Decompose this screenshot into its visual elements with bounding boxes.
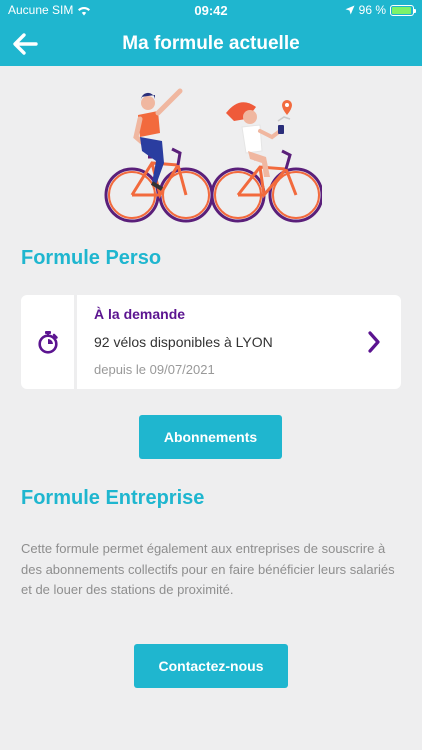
status-right: 96 % <box>345 3 416 17</box>
bike-right <box>210 149 322 223</box>
bikes-available: 92 vélos disponibles à LYON <box>94 334 273 350</box>
formule-perso-title: Formule Perso <box>21 247 162 269</box>
status-bar: Aucune SIM 09:42 96 % <box>0 0 422 22</box>
formule-entreprise-title: Formule Entreprise <box>21 487 205 509</box>
card-icon-column <box>21 295 77 389</box>
cyclists-illustration <box>104 88 322 223</box>
stopwatch-icon <box>37 331 58 354</box>
abonnements-button[interactable]: Abonnements <box>139 415 282 459</box>
contact-button[interactable]: Contactez-nous <box>134 644 288 688</box>
nav-bar: Ma formule actuelle <box>0 22 422 66</box>
formule-card[interactable]: À la demande 92 vélos disponibles à LYON… <box>21 295 401 389</box>
battery-percent: 96 % <box>358 3 386 17</box>
formule-since: depuis le 09/07/2021 <box>94 362 215 377</box>
battery-icon <box>390 4 416 16</box>
location-arrow-icon <box>345 5 355 15</box>
card-body: À la demande 92 vélos disponibles à LYON… <box>77 295 401 389</box>
page-title: Ma formule actuelle <box>122 33 300 54</box>
rider-right <box>226 100 292 177</box>
entreprise-description: Cette formule permet également aux entre… <box>21 541 395 597</box>
formule-type: À la demande <box>94 306 186 322</box>
chevron-right-icon <box>368 331 380 353</box>
